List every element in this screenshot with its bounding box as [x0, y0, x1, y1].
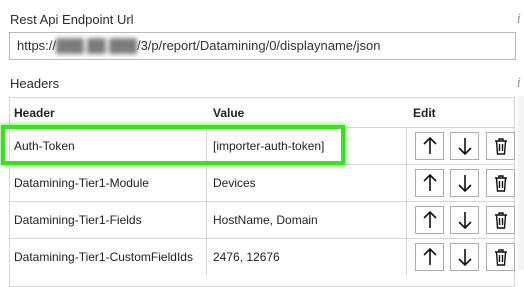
column-header-value: Value: [213, 106, 245, 120]
delete-button[interactable]: [486, 243, 515, 271]
trash-icon: [494, 249, 507, 266]
move-up-button[interactable]: [415, 169, 444, 197]
header-value-cell[interactable]: [importer-auth-token]: [213, 128, 324, 164]
arrow-down-icon: [457, 138, 472, 155]
delete-button[interactable]: [486, 132, 515, 160]
scrollbar[interactable]: [518, 96, 524, 270]
trash-icon: [494, 138, 507, 155]
arrow-up-icon: [422, 248, 437, 265]
header-value-cell[interactable]: Devices: [213, 165, 256, 201]
info-icon[interactable]: i: [514, 12, 524, 27]
header-name-cell[interactable]: Datamining-Tier1-Module: [14, 165, 149, 201]
table-row: Datamining-Tier1-CustomFieldIds 2476, 12…: [10, 238, 515, 275]
arrow-up-icon: [422, 174, 437, 191]
header-name-cell[interactable]: Auth-Token: [14, 128, 75, 164]
headers-label: Headers: [10, 76, 60, 91]
move-down-button[interactable]: [450, 169, 479, 197]
endpoint-url-input[interactable]: https://███.██.███/3/p/report/Datamining…: [9, 32, 516, 60]
arrow-down-icon: [457, 249, 472, 266]
column-header-header: Header: [14, 106, 55, 120]
headers-table: Header Value Edit Auth-Token [importer-a…: [9, 97, 515, 287]
delete-button[interactable]: [486, 206, 515, 234]
arrow-down-icon: [457, 175, 472, 192]
move-up-button[interactable]: [415, 206, 444, 234]
delete-button[interactable]: [486, 169, 515, 197]
column-header-edit: Edit: [413, 106, 436, 120]
endpoint-url-label: Rest Api Endpoint Url: [10, 12, 134, 27]
trash-icon: [494, 212, 507, 229]
header-name-cell[interactable]: Datamining-Tier1-Fields: [14, 202, 142, 238]
url-prefix: https://: [17, 38, 57, 53]
header-value-cell[interactable]: HostName, Domain: [213, 202, 318, 238]
move-down-button[interactable]: [450, 132, 479, 160]
arrow-down-icon: [457, 212, 472, 229]
move-down-button[interactable]: [450, 206, 479, 234]
table-row: Auth-Token [importer-auth-token]: [10, 127, 515, 164]
table-row: Datamining-Tier1-Module Devices: [10, 164, 515, 201]
trash-icon: [494, 175, 507, 192]
move-up-button[interactable]: [415, 132, 444, 160]
move-down-button[interactable]: [450, 243, 479, 271]
url-path: /3/p/report/Datamining/0/displayname/jso…: [136, 38, 381, 53]
arrow-up-icon: [422, 211, 437, 228]
arrow-up-icon: [422, 137, 437, 154]
info-icon[interactable]: i: [514, 76, 524, 91]
move-up-button[interactable]: [415, 243, 444, 271]
table-row: Datamining-Tier1-Fields HostName, Domain: [10, 201, 515, 238]
url-redacted-host: ███.██.███: [56, 38, 137, 53]
